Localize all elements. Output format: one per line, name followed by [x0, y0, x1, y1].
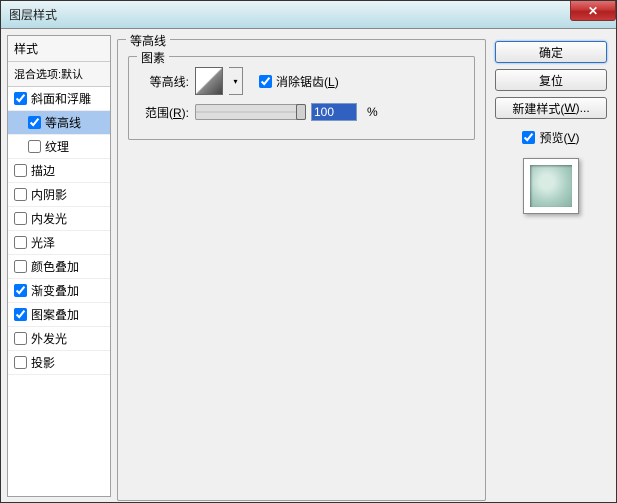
- sidebar-header: 样式: [8, 36, 110, 62]
- preview-checkbox[interactable]: 预览(V): [522, 129, 579, 146]
- style-item-8[interactable]: 渐变叠加: [8, 279, 110, 303]
- style-checkbox[interactable]: [14, 332, 27, 345]
- style-checkbox[interactable]: [14, 92, 27, 105]
- percent-label: %: [367, 105, 378, 119]
- layer-style-dialog: 图层样式 ✕ 样式 混合选项:默认 斜面和浮雕等高线纹理描边内阴影内发光光泽颜色…: [0, 0, 617, 503]
- style-item-label: 图案叠加: [31, 306, 79, 323]
- style-checkbox[interactable]: [14, 284, 27, 297]
- contour-dropdown[interactable]: ▾: [229, 67, 243, 95]
- style-item-label: 描边: [31, 162, 55, 179]
- style-checkbox[interactable]: [14, 188, 27, 201]
- style-checkbox[interactable]: [14, 308, 27, 321]
- style-item-label: 等高线: [45, 114, 81, 131]
- style-checkbox[interactable]: [14, 260, 27, 273]
- style-checkbox[interactable]: [14, 356, 27, 369]
- style-item-5[interactable]: 内发光: [8, 207, 110, 231]
- style-item-2[interactable]: 纹理: [8, 135, 110, 159]
- close-button[interactable]: ✕: [570, 1, 616, 21]
- range-label: 范围(R):: [139, 104, 189, 121]
- style-item-4[interactable]: 内阴影: [8, 183, 110, 207]
- style-item-10[interactable]: 外发光: [8, 327, 110, 351]
- style-item-label: 内阴影: [31, 186, 67, 203]
- elements-legend: 图素: [137, 49, 169, 66]
- preview-input[interactable]: [522, 131, 535, 144]
- style-checkbox[interactable]: [14, 164, 27, 177]
- preview-label: 预览(V): [539, 129, 579, 146]
- style-item-1[interactable]: 等高线: [8, 111, 110, 135]
- new-style-button[interactable]: 新建样式(W)...: [495, 97, 607, 119]
- style-item-label: 内发光: [31, 210, 67, 227]
- sidebar-blend-options[interactable]: 混合选项:默认: [8, 62, 110, 87]
- style-item-label: 光泽: [31, 234, 55, 251]
- contour-group: 等高线 图素 等高线: ▾ 消除锯齿(L): [117, 39, 486, 501]
- close-icon: ✕: [588, 4, 598, 18]
- style-item-label: 纹理: [45, 138, 69, 155]
- style-list: 斜面和浮雕等高线纹理描边内阴影内发光光泽颜色叠加渐变叠加图案叠加外发光投影: [8, 87, 110, 375]
- slider-thumb[interactable]: [296, 104, 306, 120]
- contour-legend: 等高线: [126, 32, 170, 49]
- antialias-label: 消除锯齿(L): [276, 73, 339, 90]
- antialias-checkbox[interactable]: 消除锯齿(L): [259, 73, 339, 90]
- style-item-label: 斜面和浮雕: [31, 90, 91, 107]
- ok-button[interactable]: 确定: [495, 41, 607, 63]
- style-checkbox[interactable]: [28, 116, 41, 129]
- antialias-input[interactable]: [259, 75, 272, 88]
- preview-thumbnail: [523, 158, 579, 214]
- action-panel: 确定 复位 新建样式(W)... 预览(V): [492, 35, 610, 497]
- contour-label: 等高线:: [139, 73, 189, 90]
- style-item-9[interactable]: 图案叠加: [8, 303, 110, 327]
- range-slider[interactable]: [195, 104, 305, 120]
- style-item-label: 颜色叠加: [31, 258, 79, 275]
- style-item-11[interactable]: 投影: [8, 351, 110, 375]
- style-item-0[interactable]: 斜面和浮雕: [8, 87, 110, 111]
- cancel-button[interactable]: 复位: [495, 69, 607, 91]
- preview-image: [528, 163, 574, 209]
- settings-panel: 等高线 图素 等高线: ▾ 消除锯齿(L): [117, 35, 486, 497]
- style-checkbox[interactable]: [14, 212, 27, 225]
- style-item-label: 投影: [31, 354, 55, 371]
- elements-group: 图素 等高线: ▾ 消除锯齿(L) 范围(R):: [128, 56, 475, 140]
- style-item-6[interactable]: 光泽: [8, 231, 110, 255]
- titlebar[interactable]: 图层样式 ✕: [1, 1, 616, 29]
- style-item-7[interactable]: 颜色叠加: [8, 255, 110, 279]
- contour-picker[interactable]: [195, 67, 223, 95]
- style-checkbox[interactable]: [28, 140, 41, 153]
- style-item-label: 渐变叠加: [31, 282, 79, 299]
- style-item-label: 外发光: [31, 330, 67, 347]
- chevron-down-icon: ▾: [233, 77, 237, 86]
- style-checkbox[interactable]: [14, 236, 27, 249]
- range-input[interactable]: [311, 103, 357, 121]
- window-title: 图层样式: [9, 6, 57, 23]
- style-item-3[interactable]: 描边: [8, 159, 110, 183]
- styles-sidebar: 样式 混合选项:默认 斜面和浮雕等高线纹理描边内阴影内发光光泽颜色叠加渐变叠加图…: [7, 35, 111, 497]
